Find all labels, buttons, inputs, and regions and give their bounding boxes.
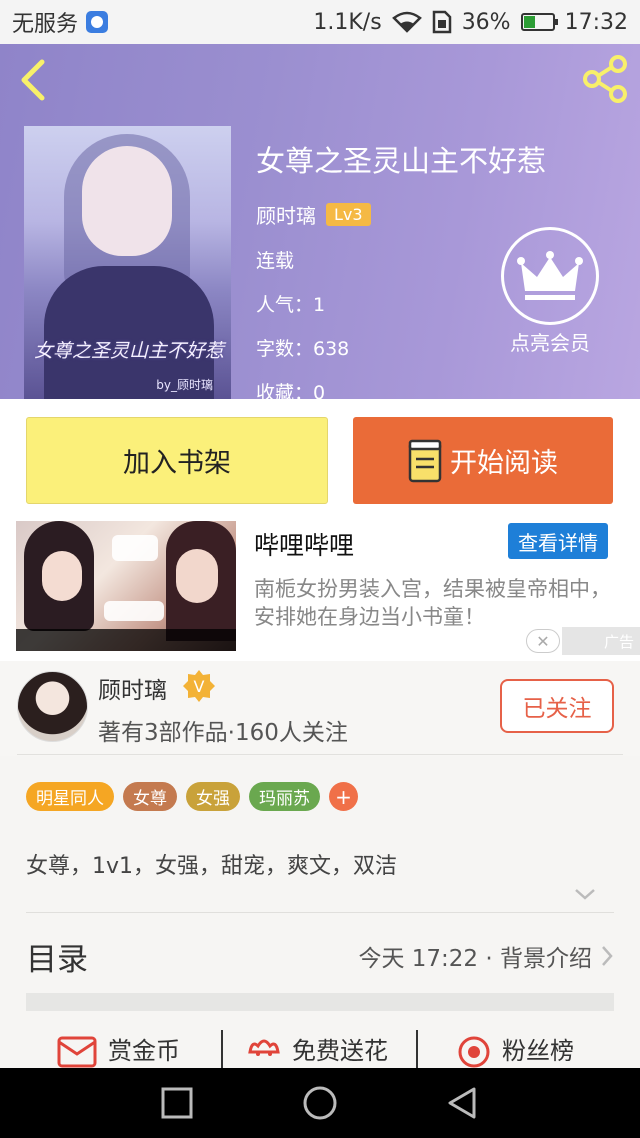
interaction-bar: 赏金币 免费送花 粉丝榜 — [0, 1024, 640, 1068]
send-flowers-button[interactable]: 免费送花 — [244, 1028, 388, 1068]
author-level-badge: Lv3 — [326, 203, 371, 226]
divider — [17, 754, 623, 755]
book-icon — [408, 439, 442, 482]
divider — [221, 1030, 223, 1068]
battery-icon — [520, 13, 558, 31]
back-icon[interactable] — [444, 1085, 480, 1121]
book-title: 女尊之圣灵山主不好惹 — [256, 144, 547, 178]
chevron-down-icon[interactable] — [572, 884, 598, 904]
author-card[interactable]: 顾时璃 V 著有3部作品·160人关注 已关注 — [0, 661, 640, 756]
toc-title: 目录 — [26, 941, 88, 978]
svg-text:V: V — [194, 677, 205, 696]
avatar[interactable] — [17, 671, 88, 742]
status-bar: 无服务 1.1K/s 36% 17:32 — [0, 0, 640, 44]
book-author[interactable]: 顾时璃 — [256, 200, 316, 229]
toc-latest-chapter: 今天 17:22 · 背景介绍 — [358, 946, 592, 972]
main-actions: 加入书架 开始阅读 — [0, 399, 640, 521]
add-to-shelf-button[interactable]: 加入书架 — [26, 417, 328, 504]
author-stats: 著有3部作品·160人关注 — [98, 720, 348, 746]
tag-item[interactable]: 女强 — [186, 782, 240, 811]
table-of-contents-row[interactable]: 目录 今天 17:22 · 背景介绍 — [26, 928, 614, 984]
tag-item[interactable]: 女尊 — [123, 782, 177, 811]
crown-icon — [517, 251, 583, 300]
author-name[interactable]: 顾时璃 — [98, 671, 167, 705]
divider — [26, 912, 614, 913]
start-reading-label: 开始阅读 — [450, 448, 558, 479]
tag-list: 明星同人 女尊 女强 玛丽苏 + — [26, 782, 358, 811]
vip-button[interactable]: 点亮会员 — [498, 227, 602, 356]
book-description: 女尊，1v1，女强，甜宠，爽文，双洁 — [26, 854, 398, 879]
cover-title-text: 女尊之圣灵山主不好惹 — [34, 340, 225, 362]
tag-item[interactable]: 玛丽苏 — [249, 782, 320, 811]
section-separator — [26, 993, 614, 1011]
chevron-right-icon — [602, 946, 613, 966]
ad-description: 南栀女扮男装入宫，结果被皇帝相中，安排她在身边当小书童！ — [254, 577, 611, 629]
ad-title: 哔哩哔哩 — [254, 531, 355, 560]
add-to-shelf-label: 加入书架 — [123, 448, 231, 479]
verified-badge-icon: V — [183, 670, 215, 702]
recent-apps-icon[interactable] — [159, 1085, 195, 1121]
share-icon[interactable] — [580, 54, 630, 104]
start-reading-button[interactable]: 开始阅读 — [353, 417, 613, 504]
battery-percent: 36% — [461, 9, 511, 35]
system-nav-bar — [0, 1068, 640, 1138]
book-cover[interactable]: 女尊之圣灵山主不好惹 by_顾时璃 — [24, 126, 231, 399]
cover-author-text: by_顾时璃 — [156, 378, 213, 392]
send-flowers-label: 免费送花 — [292, 1036, 388, 1065]
network-speed: 1.1K/s — [313, 9, 382, 35]
back-arrow-icon[interactable] — [14, 58, 54, 102]
ranking-icon — [458, 1036, 490, 1068]
book-header: 女尊之圣灵山主不好惹 by_顾时璃 女尊之圣灵山主不好惹 顾时璃 Lv3 连载 … — [0, 44, 640, 399]
ad-detail-button[interactable]: 查看详情 — [508, 523, 608, 559]
red-envelope-icon — [57, 1036, 97, 1068]
sim-icon — [432, 10, 451, 34]
home-icon[interactable] — [302, 1085, 338, 1121]
vip-label: 点亮会员 — [510, 331, 590, 355]
fans-ranking-button[interactable]: 粉丝榜 — [454, 1028, 574, 1068]
wifi-icon — [391, 11, 422, 33]
notification-app-icon — [86, 11, 109, 33]
ad-label: 广告 — [562, 627, 640, 655]
ad-image[interactable] — [16, 521, 236, 651]
add-tag-button[interactable]: + — [329, 782, 358, 811]
reward-coins-label: 赏金币 — [108, 1036, 180, 1065]
carrier-label: 无服务 — [12, 12, 79, 37]
ad-banner[interactable]: 哔哩哔哩 查看详情 南栀女扮男装入宫，结果被皇帝相中，安排她在身边当小书童！ ✕… — [0, 521, 640, 661]
follow-button[interactable]: 已关注 — [500, 679, 614, 733]
clock: 17:32 — [564, 9, 628, 35]
fans-ranking-label: 粉丝榜 — [502, 1036, 574, 1065]
book-favorites: 收藏：0 — [256, 382, 326, 399]
divider — [416, 1030, 418, 1068]
tag-item[interactable]: 明星同人 — [26, 782, 114, 811]
flower-icon — [248, 1039, 280, 1056]
ad-close-icon[interactable]: ✕ — [526, 629, 560, 653]
reward-coins-button[interactable]: 赏金币 — [56, 1028, 180, 1068]
